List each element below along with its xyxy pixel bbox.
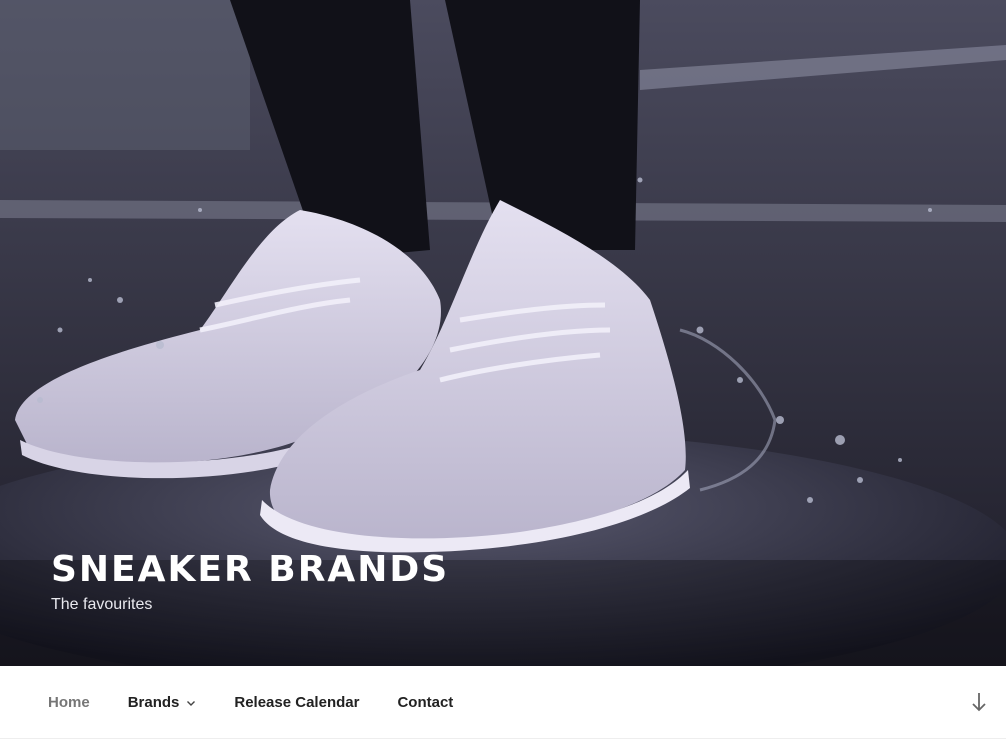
header-media: SNEAKER BRANDS The favourites [0, 0, 1006, 666]
site-branding: SNEAKER BRANDS The favourites [51, 548, 449, 615]
chevron-down-icon [187, 700, 196, 706]
content-area-top [0, 739, 1006, 755]
site-title[interactable]: SNEAKER BRANDS [51, 548, 449, 592]
main-menu: Home Brands Release Calendar Contact [48, 666, 491, 739]
menu-item-home[interactable]: Home [48, 694, 90, 711]
menu-item-label: Contact [397, 694, 454, 711]
menu-item-brands[interactable]: Brands [128, 694, 197, 711]
menu-item-label: Release Calendar [234, 694, 360, 711]
menu-item-label: Brands [127, 694, 180, 711]
site-description: The favourites [51, 596, 153, 613]
menu-item-release-calendar[interactable]: Release Calendar [234, 694, 359, 711]
menu-item-label: Home [48, 694, 90, 711]
arrow-down-icon[interactable] [970, 691, 988, 713]
menu-item-contact[interactable]: Contact [397, 694, 453, 711]
top-navigation: Home Brands Release Calendar Contact [0, 666, 1006, 739]
